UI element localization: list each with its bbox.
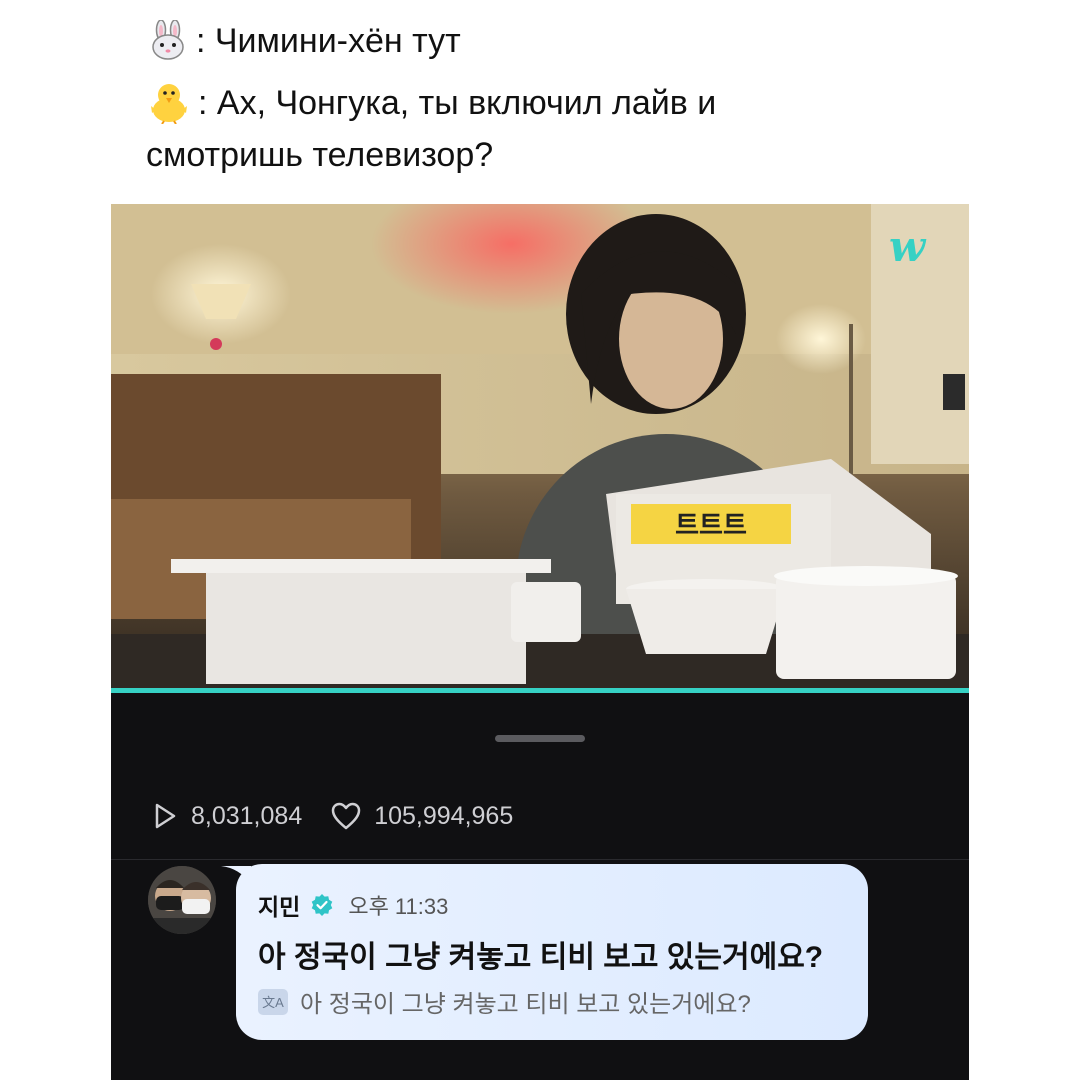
plays-stat: 8,031,084 — [149, 801, 302, 831]
caption-line-1: : Чимини-хён тут — [146, 19, 461, 66]
weverse-logo: w — [889, 222, 926, 271]
divider — [111, 859, 969, 860]
svg-text:트트트: 트트트 — [675, 510, 747, 540]
play-icon — [155, 803, 176, 829]
video-frame: 트트트 — [111, 204, 969, 688]
live-video[interactable]: 트트트 w — [111, 204, 969, 688]
comment-translation[interactable]: 文A 아 정국이 그냥 켜놓고 티비 보고 있는거에요? — [258, 984, 751, 1019]
video-progress-bar[interactable] — [111, 688, 969, 693]
comment-message: 아 정국이 그냥 켜놓고 티비 보고 있는거에요? — [258, 941, 824, 974]
likes-stat[interactable]: 105,994,965 — [330, 801, 513, 831]
chick-emoji-icon — [146, 80, 192, 130]
caption-text-3: смотришь телевизор? — [146, 136, 494, 174]
verified-badge-icon — [312, 894, 333, 916]
caption-text-1: : Чимини-хён тут — [196, 21, 461, 60]
caption-line-2: : Ах, Чонгука, ты включил лайв и — [146, 80, 716, 130]
drag-handle[interactable] — [495, 735, 585, 742]
comment-bubble[interactable]: 지민 오후 11:33 아 정국이 그냥 켜놓고 티비 보고 있는거에요? 文A… — [236, 864, 868, 1040]
comment-author[interactable]: 지민 — [258, 888, 300, 922]
avatar[interactable] — [148, 866, 216, 934]
live-screen-panel: 트트트 w 8,031,084 105,994,965 지민 오후 11:33 … — [111, 204, 969, 1080]
plays-count: 8,031,084 — [191, 801, 303, 830]
translate-icon: 文A — [258, 988, 288, 1015]
heart-icon — [331, 802, 361, 830]
comment-header: 지민 오후 11:33 — [258, 888, 448, 922]
caption-line-3: смотришь телевизор? — [146, 138, 493, 172]
translation-text: 아 정국이 그냥 켜놓고 티비 보고 있는거에요? — [300, 991, 751, 1018]
likes-count: 105,994,965 — [374, 801, 514, 830]
caption-text-2: : Ах, Чонгука, ты включил лайв и — [198, 83, 717, 122]
stats-row: 8,031,084 105,994,965 — [149, 800, 541, 832]
rabbit-emoji-icon — [146, 19, 190, 66]
comment-time: 오후 11:33 — [348, 894, 449, 919]
